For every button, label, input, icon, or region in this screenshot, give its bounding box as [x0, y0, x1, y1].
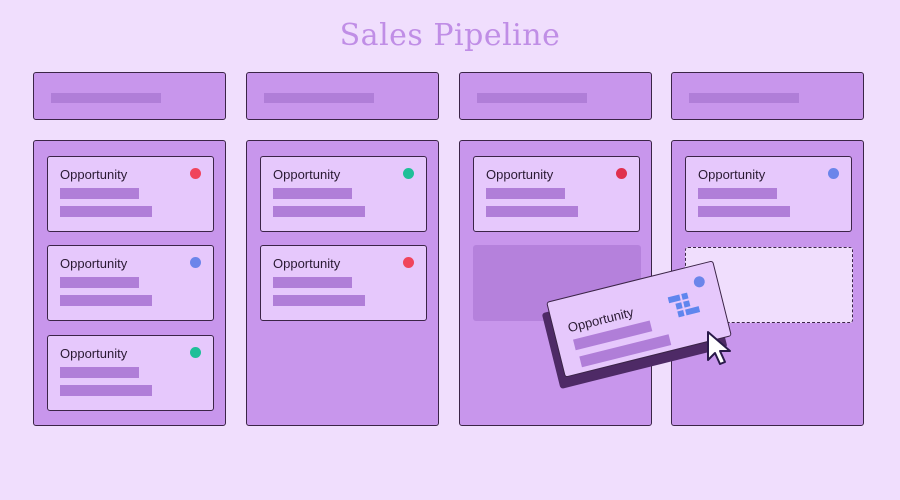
- card-label: Opportunity: [60, 167, 128, 182]
- text-placeholder: [60, 367, 139, 378]
- opportunity-card[interactable]: Opportunity: [47, 335, 214, 411]
- opportunity-card[interactable]: Opportunity: [260, 156, 427, 232]
- opportunity-card[interactable]: Opportunity: [473, 156, 640, 232]
- status-dot-icon: [828, 168, 839, 179]
- card-label: Opportunity: [60, 256, 128, 271]
- text-placeholder: [60, 188, 139, 199]
- status-dot-icon: [616, 168, 627, 179]
- column-title-placeholder: [51, 93, 161, 103]
- text-placeholder: [486, 206, 578, 217]
- card-label: Opportunity: [486, 167, 554, 182]
- column-1: Opportunity Opportunity Opportunity: [33, 140, 226, 426]
- card-label: Opportunity: [60, 346, 128, 361]
- status-dot-icon: [190, 168, 201, 179]
- text-placeholder: [698, 188, 777, 199]
- pointer-arrow-icon: [707, 331, 731, 365]
- card-label: Opportunity: [273, 167, 341, 182]
- column-header-1[interactable]: [33, 72, 226, 120]
- column-title-placeholder: [477, 93, 587, 103]
- status-dot-icon: [403, 168, 414, 179]
- card-label: Opportunity: [698, 167, 766, 182]
- opportunity-card[interactable]: Opportunity: [260, 245, 427, 321]
- column-title-placeholder: [689, 93, 799, 103]
- column-2: Opportunity Opportunity: [246, 140, 439, 426]
- text-placeholder: [60, 206, 152, 217]
- status-dot-icon: [190, 347, 201, 358]
- text-placeholder: [698, 206, 790, 217]
- text-placeholder: [273, 206, 365, 217]
- text-placeholder: [486, 188, 565, 199]
- text-placeholder: [273, 188, 352, 199]
- column-header-4[interactable]: [671, 72, 864, 120]
- text-placeholder: [60, 277, 139, 288]
- text-placeholder: [60, 295, 152, 306]
- text-placeholder: [273, 277, 352, 288]
- brand-logo-icon: [667, 292, 701, 318]
- text-placeholder: [60, 385, 152, 396]
- column-title-placeholder: [264, 93, 374, 103]
- opportunity-card[interactable]: Opportunity: [685, 156, 852, 232]
- column-header-3[interactable]: [459, 72, 652, 120]
- page-title: Sales Pipeline: [339, 18, 561, 53]
- status-dot-icon: [692, 275, 706, 289]
- text-placeholder: [273, 295, 365, 306]
- opportunity-card[interactable]: Opportunity: [47, 156, 214, 232]
- card-label: Opportunity: [273, 256, 341, 271]
- status-dot-icon: [190, 257, 201, 268]
- status-dot-icon: [403, 257, 414, 268]
- column-header-2[interactable]: [246, 72, 439, 120]
- opportunity-card[interactable]: Opportunity: [47, 245, 214, 321]
